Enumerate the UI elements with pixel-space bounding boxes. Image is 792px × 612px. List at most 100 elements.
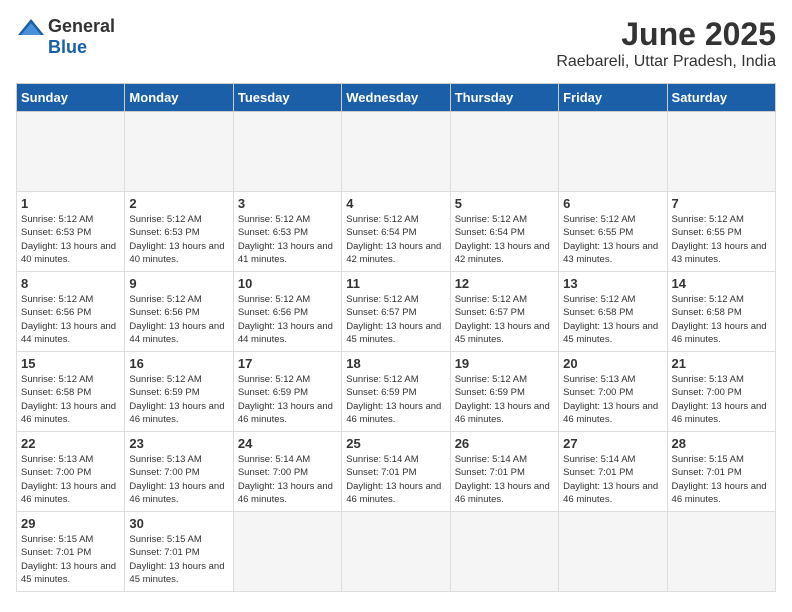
calendar-week-row: 8 Sunrise: 5:12 AMSunset: 6:56 PMDaylight… <box>17 272 776 352</box>
calendar-header-row: Sunday Monday Tuesday Wednesday Thursday… <box>17 84 776 112</box>
day-info: Sunrise: 5:13 AMSunset: 7:00 PMDaylight:… <box>129 453 228 506</box>
day-number: 3 <box>238 196 337 211</box>
table-row: 20Sunrise: 5:13 AMSunset: 7:00 PMDayligh… <box>559 352 667 432</box>
day-info: Sunrise: 5:12 AMSunset: 6:54 PMDaylight:… <box>346 213 445 266</box>
table-row: 12 Sunrise: 5:12 AMSunset: 6:57 PMDayligh… <box>450 272 558 352</box>
day-info: Sunrise: 5:12 AMSunset: 6:56 PMDaylight:… <box>129 293 228 346</box>
day-info: Sunrise: 5:12 AMSunset: 6:56 PMDaylight:… <box>21 293 120 346</box>
logo-blue-text: Blue <box>48 37 87 58</box>
table-row: 21 Sunrise: 5:13 AMSunset: 7:00 PMDayligh… <box>667 352 775 432</box>
table-row <box>667 112 775 192</box>
col-wednesday: Wednesday <box>342 84 450 112</box>
day-info: Sunrise: 5:14 AMSunset: 7:00 PMDaylight:… <box>238 453 337 506</box>
day-number: 21 <box>672 356 771 371</box>
day-number: 11 <box>346 276 445 291</box>
day-info: Sunrise: 5:13 AMSunset: 7:00 PMDaylight:… <box>563 373 662 426</box>
calendar-week-row: 15Sunrise: 5:12 AMSunset: 6:58 PMDayligh… <box>17 352 776 432</box>
table-row: 28 Sunrise: 5:15 AMSunset: 7:01 PMDayligh… <box>667 432 775 512</box>
table-row: 30 Sunrise: 5:15 AMSunset: 7:01 PMDayligh… <box>125 512 233 592</box>
day-number: 27 <box>563 436 662 451</box>
table-row: 10 Sunrise: 5:12 AMSunset: 6:56 PMDayligh… <box>233 272 341 352</box>
day-info: Sunrise: 5:12 AMSunset: 6:54 PMDaylight:… <box>455 213 554 266</box>
day-number: 25 <box>346 436 445 451</box>
day-number: 10 <box>238 276 337 291</box>
table-row <box>233 112 341 192</box>
table-row <box>667 512 775 592</box>
table-row: 2 Sunrise: 5:12 AMSunset: 6:53 PMDaylight… <box>125 192 233 272</box>
table-row: 9 Sunrise: 5:12 AMSunset: 6:56 PMDaylight… <box>125 272 233 352</box>
day-info: Sunrise: 5:12 AMSunset: 6:59 PMDaylight:… <box>455 373 554 426</box>
day-info: Sunrise: 5:14 AMSunset: 7:01 PMDaylight:… <box>563 453 662 506</box>
day-number: 9 <box>129 276 228 291</box>
day-info: Sunrise: 5:13 AMSunset: 7:00 PMDaylight:… <box>672 373 771 426</box>
table-row: 11 Sunrise: 5:12 AMSunset: 6:57 PMDayligh… <box>342 272 450 352</box>
day-info: Sunrise: 5:12 AMSunset: 6:55 PMDaylight:… <box>672 213 771 266</box>
table-row <box>342 112 450 192</box>
month-title: June 2025 <box>556 16 776 53</box>
day-info: Sunrise: 5:13 AMSunset: 7:00 PMDaylight:… <box>21 453 120 506</box>
table-row: 26Sunrise: 5:14 AMSunset: 7:01 PMDayligh… <box>450 432 558 512</box>
table-row: 5Sunrise: 5:12 AMSunset: 6:54 PMDaylight… <box>450 192 558 272</box>
table-row: 29 Sunrise: 5:15 AMSunset: 7:01 PMDayligh… <box>17 512 125 592</box>
table-row <box>559 112 667 192</box>
col-monday: Monday <box>125 84 233 112</box>
day-info: Sunrise: 5:12 AMSunset: 6:58 PMDaylight:… <box>672 293 771 346</box>
day-number: 17 <box>238 356 337 371</box>
table-row <box>450 112 558 192</box>
day-info: Sunrise: 5:12 AMSunset: 6:53 PMDaylight:… <box>21 213 120 266</box>
table-row: 7 Sunrise: 5:12 AMSunset: 6:55 PMDaylight… <box>667 192 775 272</box>
table-row: 3Sunrise: 5:12 AMSunset: 6:53 PMDaylight… <box>233 192 341 272</box>
table-row: 25Sunrise: 5:14 AMSunset: 7:01 PMDayligh… <box>342 432 450 512</box>
day-info: Sunrise: 5:15 AMSunset: 7:01 PMDaylight:… <box>129 533 228 586</box>
table-row <box>342 512 450 592</box>
col-thursday: Thursday <box>450 84 558 112</box>
table-row: 19Sunrise: 5:12 AMSunset: 6:59 PMDayligh… <box>450 352 558 432</box>
table-row: 8 Sunrise: 5:12 AMSunset: 6:56 PMDaylight… <box>17 272 125 352</box>
day-number: 28 <box>672 436 771 451</box>
calendar-week-row: 29 Sunrise: 5:15 AMSunset: 7:01 PMDayligh… <box>17 512 776 592</box>
table-row: 24Sunrise: 5:14 AMSunset: 7:00 PMDayligh… <box>233 432 341 512</box>
col-friday: Friday <box>559 84 667 112</box>
calendar-body: 1 Sunrise: 5:12 AMSunset: 6:53 PMDaylight… <box>17 112 776 592</box>
day-info: Sunrise: 5:12 AMSunset: 6:55 PMDaylight:… <box>563 213 662 266</box>
day-info: Sunrise: 5:12 AMSunset: 6:57 PMDaylight:… <box>455 293 554 346</box>
table-row: 15Sunrise: 5:12 AMSunset: 6:58 PMDayligh… <box>17 352 125 432</box>
day-info: Sunrise: 5:12 AMSunset: 6:59 PMDaylight:… <box>238 373 337 426</box>
day-number: 8 <box>21 276 120 291</box>
table-row: 22Sunrise: 5:13 AMSunset: 7:00 PMDayligh… <box>17 432 125 512</box>
day-info: Sunrise: 5:14 AMSunset: 7:01 PMDaylight:… <box>455 453 554 506</box>
day-number: 12 <box>455 276 554 291</box>
col-tuesday: Tuesday <box>233 84 341 112</box>
day-info: Sunrise: 5:12 AMSunset: 6:59 PMDaylight:… <box>346 373 445 426</box>
day-number: 23 <box>129 436 228 451</box>
day-number: 29 <box>21 516 120 531</box>
day-info: Sunrise: 5:12 AMSunset: 6:56 PMDaylight:… <box>238 293 337 346</box>
table-row: 27 Sunrise: 5:14 AMSunset: 7:01 PMDayligh… <box>559 432 667 512</box>
table-row <box>450 512 558 592</box>
day-number: 7 <box>672 196 771 211</box>
day-info: Sunrise: 5:12 AMSunset: 6:53 PMDaylight:… <box>129 213 228 266</box>
day-number: 18 <box>346 356 445 371</box>
calendar-week-row <box>17 112 776 192</box>
logo-icon <box>16 17 46 37</box>
table-row <box>125 112 233 192</box>
logo-general-text: General <box>48 16 115 37</box>
day-number: 1 <box>21 196 120 211</box>
day-number: 30 <box>129 516 228 531</box>
table-row: 17 Sunrise: 5:12 AMSunset: 6:59 PMDayligh… <box>233 352 341 432</box>
table-row <box>17 112 125 192</box>
table-row: 23 Sunrise: 5:13 AMSunset: 7:00 PMDayligh… <box>125 432 233 512</box>
table-row <box>559 512 667 592</box>
day-info: Sunrise: 5:15 AMSunset: 7:01 PMDaylight:… <box>672 453 771 506</box>
table-row: 13Sunrise: 5:12 AMSunset: 6:58 PMDayligh… <box>559 272 667 352</box>
table-row: 18 Sunrise: 5:12 AMSunset: 6:59 PMDayligh… <box>342 352 450 432</box>
header: General Blue June 2025 Raebareli, Uttar … <box>16 16 776 71</box>
day-number: 2 <box>129 196 228 211</box>
day-number: 16 <box>129 356 228 371</box>
calendar-week-row: 1 Sunrise: 5:12 AMSunset: 6:53 PMDaylight… <box>17 192 776 272</box>
table-row: 4Sunrise: 5:12 AMSunset: 6:54 PMDaylight… <box>342 192 450 272</box>
day-info: Sunrise: 5:12 AMSunset: 6:57 PMDaylight:… <box>346 293 445 346</box>
table-row <box>233 512 341 592</box>
day-number: 14 <box>672 276 771 291</box>
day-info: Sunrise: 5:15 AMSunset: 7:01 PMDaylight:… <box>21 533 120 586</box>
